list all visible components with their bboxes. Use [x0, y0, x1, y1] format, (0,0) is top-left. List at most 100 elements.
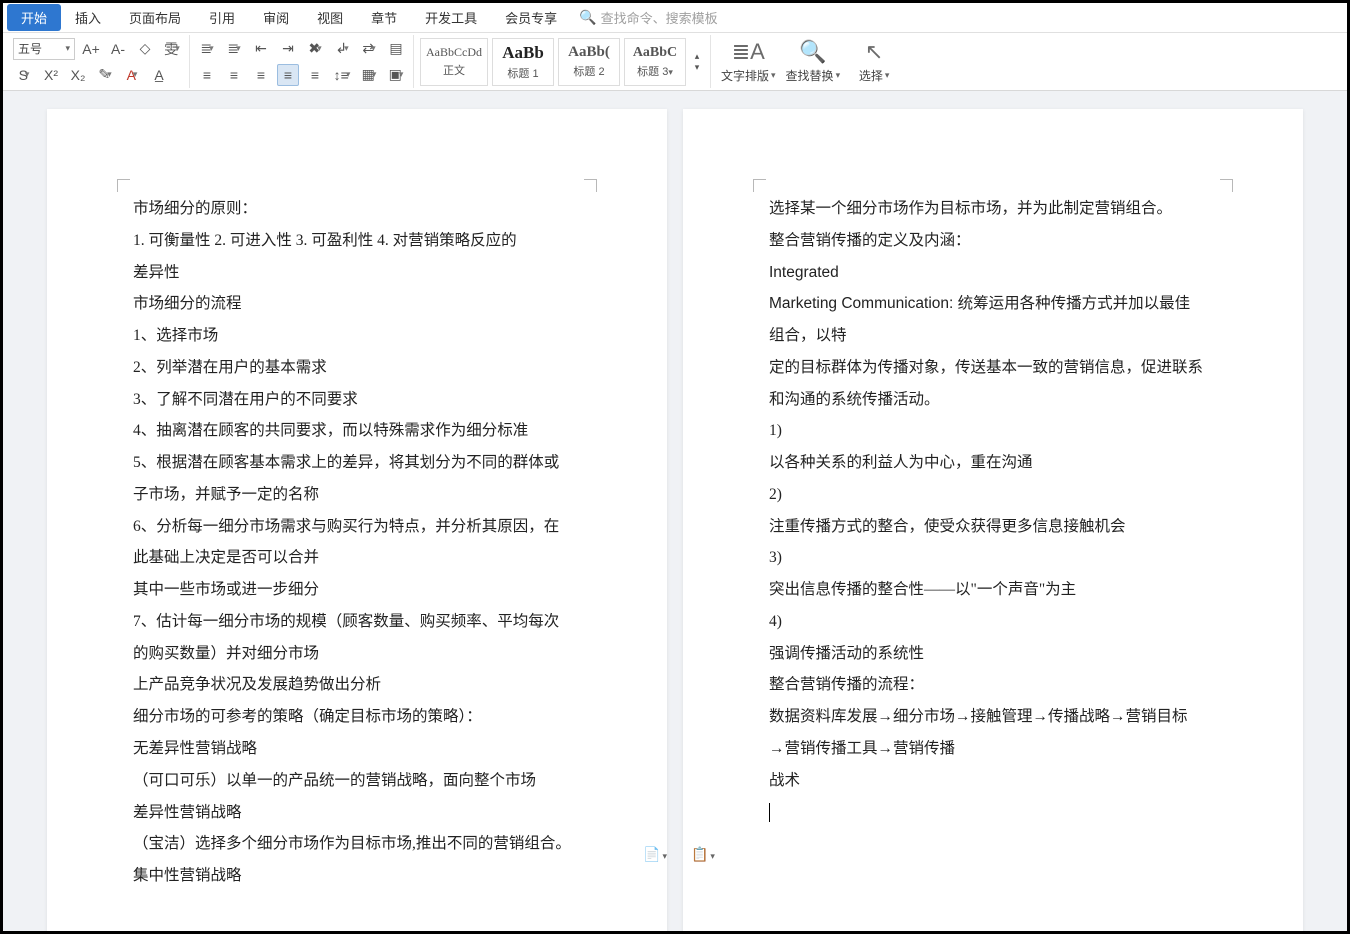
- numbering-button[interactable]: ≣▾: [223, 38, 245, 60]
- font-group: 五号 ▾ A+ A- ◇ 雯▾ S▾ X² X₂ ✎▾ A▾ A̲: [7, 35, 190, 88]
- tab-page-layout[interactable]: 页面布局: [115, 4, 195, 31]
- find-replace-label: 查找替换: [786, 67, 834, 84]
- body-line: 6、分析每一细分市场需求与购买行为特点，并分析其原因，在: [133, 511, 581, 543]
- body-line: 的购买数量）并对细分市场: [133, 638, 581, 670]
- tab-stops-button[interactable]: ⇄▾: [358, 38, 380, 60]
- tab-references[interactable]: 引用: [195, 4, 249, 31]
- style-label: 标题 3▾: [637, 63, 673, 79]
- body-line: 强调传播活动的系统性: [769, 638, 1217, 670]
- body-line: 4): [769, 606, 1217, 638]
- subscript-button[interactable]: X₂: [67, 64, 89, 86]
- body-line: 2): [769, 479, 1217, 511]
- magnifier-icon: 🔍: [799, 39, 826, 65]
- style-heading1[interactable]: AaBb 标题 1: [492, 38, 554, 86]
- body-line: 定的目标群体为传播对象，传送基本一致的营销信息，促进联系: [769, 352, 1217, 384]
- editing-group: ≣A 文字排版▾ 🔍 查找替换▾ ↖ 选择▾: [711, 35, 908, 88]
- font-size-select[interactable]: 五号 ▾: [13, 38, 75, 60]
- align-justify-button[interactable]: ≡: [277, 64, 299, 86]
- body-line: 注重传播方式的整合，使受众获得更多信息接触机会: [769, 511, 1217, 543]
- body-line: 战术: [769, 765, 1217, 797]
- borders-button[interactable]: ▣▾: [385, 64, 407, 86]
- tab-devtools[interactable]: 开发工具: [411, 4, 491, 31]
- highlight-button[interactable]: ✎▾: [94, 64, 116, 86]
- body-line: 此基础上决定是否可以合并: [133, 542, 581, 574]
- ribbon: 五号 ▾ A+ A- ◇ 雯▾ S▾ X² X₂ ✎▾ A▾ A̲ ≣▾ ≣▾: [3, 33, 1347, 91]
- tab-chapter[interactable]: 章节: [357, 4, 411, 31]
- show-marks-button[interactable]: ↲▾: [331, 38, 353, 60]
- paragraph-group: ≣▾ ≣▾ ⇤ ⇥ ✖▾ ↲▾ ⇄▾ ▤ ≡ ≡ ≡ ≡ ≡ ↕≡▾ ▦▾ ▣▾: [190, 35, 414, 88]
- align-left-button[interactable]: ≡: [196, 64, 218, 86]
- tab-insert[interactable]: 插入: [61, 4, 115, 31]
- body-line: 5、根据潜在顾客基本需求上的差异，将其划分为不同的群体或: [133, 447, 581, 479]
- cursor-icon: ↖: [865, 39, 883, 65]
- sort-button[interactable]: ✖▾: [304, 38, 326, 60]
- body-line: 1. 可衡量性 2. 可进入性 3. 可盈利性 4. 对营销策略反应的: [133, 225, 581, 257]
- increase-font-button[interactable]: A+: [80, 38, 102, 60]
- body-line: （可口可乐）以单一的产品统一的营销战略，面向整个市场: [133, 765, 581, 797]
- body-line: Marketing Communication: 统筹运用各种传播方式并加以最佳: [769, 288, 1217, 320]
- font-color-button[interactable]: A▾: [121, 64, 143, 86]
- select-label: 选择: [859, 67, 883, 84]
- body-line: 以各种关系的利益人为中心，重在沟通: [769, 447, 1217, 479]
- paste-options-flyout: 📄▾ 📋▾: [643, 842, 715, 871]
- tab-member[interactable]: 会员专享: [491, 4, 571, 31]
- clear-format-button[interactable]: ◇: [134, 38, 156, 60]
- body-line: 突出信息传播的整合性——以"一个声音"为主: [769, 574, 1217, 606]
- body-line: 差异性营销战略: [133, 797, 581, 829]
- body-line: 1): [769, 415, 1217, 447]
- align-right-button[interactable]: ≡: [250, 64, 272, 86]
- style-label: 正文: [443, 62, 465, 78]
- text-layout-button[interactable]: ≣A 文字排版▾: [721, 39, 776, 84]
- shading-button[interactable]: ▦▾: [358, 64, 380, 86]
- style-preview: AaBbCcDd: [426, 45, 482, 60]
- document-area[interactable]: 市场细分的原则：1. 可衡量性 2. 可进入性 3. 可盈利性 4. 对营销策略…: [3, 91, 1347, 931]
- style-heading3[interactable]: AaBbC 标题 3▾: [624, 38, 686, 86]
- bullets-button[interactable]: ≣▾: [196, 38, 218, 60]
- style-heading2[interactable]: AaBb( 标题 2: [558, 38, 620, 86]
- char-border-button[interactable]: A̲: [148, 64, 170, 86]
- line-spacing-button[interactable]: ↕≡▾: [331, 64, 353, 86]
- text-layout-label: 文字排版: [721, 67, 769, 84]
- body-line: 4、抽离潜在顾客的共同要求，而以特殊需求作为细分标准: [133, 415, 581, 447]
- align-center-button[interactable]: ≡: [223, 64, 245, 86]
- increase-indent-button[interactable]: ⇥: [277, 38, 299, 60]
- styles-gallery: AaBbCcDd 正文 AaBb 标题 1 AaBb( 标题 2 AaBbC 标…: [414, 35, 711, 88]
- style-preview: AaBbC: [633, 45, 677, 61]
- body-line: 市场细分的原则：: [133, 193, 581, 225]
- strike-button[interactable]: S▾: [13, 64, 35, 86]
- page-2[interactable]: 📄▾ 📋▾ 选择某一个细分市场作为目标市场，并为此制定营销组合。整合营销传播的定…: [683, 109, 1303, 931]
- body-line: 整合营销传播的定义及内涵：: [769, 225, 1217, 257]
- body-line: 无差异性营销战略: [133, 733, 581, 765]
- styles-more-button[interactable]: ▴▾: [690, 38, 704, 86]
- tab-home[interactable]: 开始: [7, 4, 61, 31]
- body-line: 其中一些市场或进一步细分: [133, 574, 581, 606]
- tab-review[interactable]: 审阅: [249, 4, 303, 31]
- body-line: 上产品竞争状况及发展趋势做出分析: [133, 669, 581, 701]
- style-normal[interactable]: AaBbCcDd 正文: [420, 38, 488, 86]
- phonetic-guide-button[interactable]: 雯▾: [161, 38, 183, 60]
- tab-view[interactable]: 视图: [303, 4, 357, 31]
- decrease-indent-button[interactable]: ⇤: [250, 38, 272, 60]
- body-line: 1、选择市场: [133, 320, 581, 352]
- page-1[interactable]: 市场细分的原则：1. 可衡量性 2. 可进入性 3. 可盈利性 4. 对营销策略…: [47, 109, 667, 931]
- command-search[interactable]: 🔍 查找命令、搜索模板: [579, 8, 717, 27]
- body-line: 子市场，并赋予一定的名称: [133, 479, 581, 511]
- style-preview: AaBb: [502, 43, 544, 63]
- doc-options-icon[interactable]: 📄▾: [643, 842, 667, 871]
- body-line: 集中性营销战略: [133, 860, 581, 892]
- select-button[interactable]: ↖ 选择▾: [850, 39, 898, 84]
- body-line: 选择某一个细分市场作为目标市场，并为此制定营销组合。: [769, 193, 1217, 225]
- decrease-font-button[interactable]: A-: [107, 38, 129, 60]
- paste-options-icon[interactable]: 📋▾: [691, 842, 715, 871]
- body-line: Integrated: [769, 257, 1217, 289]
- body-line: 3、了解不同潜在用户的不同要求: [133, 384, 581, 416]
- style-label: 标题 2: [573, 63, 604, 79]
- body-line: （宝洁）选择多个细分市场作为目标市场,推出不同的营销组合。: [133, 828, 581, 860]
- distribute-button[interactable]: ≡: [304, 64, 326, 86]
- body-line: 市场细分的流程: [133, 288, 581, 320]
- superscript-button[interactable]: X²: [40, 64, 62, 86]
- find-replace-button[interactable]: 🔍 查找替换▾: [786, 39, 841, 84]
- para-border-button[interactable]: ▤: [385, 38, 407, 60]
- style-label: 标题 1: [507, 65, 538, 81]
- body-line: 差异性: [133, 257, 581, 289]
